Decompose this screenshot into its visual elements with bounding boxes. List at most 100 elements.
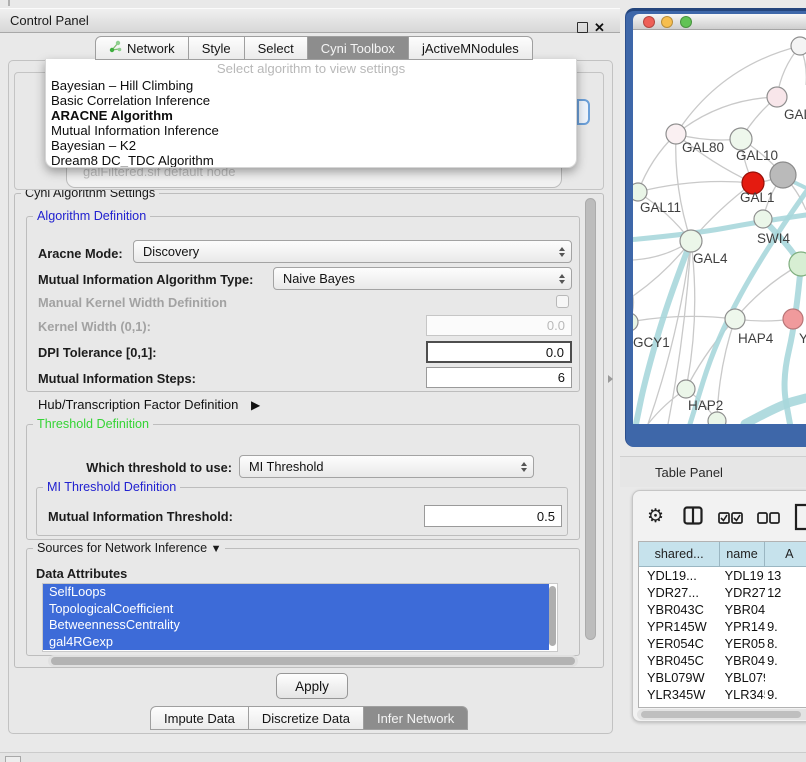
network-node-label: GAL10 [736,148,778,163]
traffic-light-zoom-icon[interactable] [680,16,692,28]
table-column-header[interactable]: A [765,542,806,566]
algorithm-option[interactable]: ARACNE Algorithm [46,108,576,123]
table-hscrollbar-thumb[interactable] [641,711,801,718]
algorithm-option[interactable]: Mutual Information Inference [46,123,576,138]
table-row[interactable]: YLR345WYLR345W9. [639,686,806,703]
network-node-nGray[interactable] [770,162,796,188]
table-column-header[interactable]: shared... [639,542,720,566]
dpi-tolerance-field[interactable]: 0.0 [426,341,572,363]
tab-cyni-toolbox[interactable]: Cyni Toolbox [308,36,409,60]
algorithm-combo-arrow[interactable] [577,99,590,125]
tab-jactivemnodules[interactable]: jActiveMNodules [409,36,533,60]
table-column-header[interactable]: name [720,542,764,566]
table-row[interactable]: YDL19...YDL19...13 [639,567,806,584]
algorithm-option[interactable]: Basic Correlation Inference [46,93,576,108]
network-canvas[interactable]: GAL7GAL80GAL10GAL1GAL11SWI4GAL4HAP4YGCY1… [633,30,806,424]
tab-style[interactable]: Style [189,36,245,60]
algorithm-dropdown: Select algorithm to view settings Bayesi… [45,59,577,168]
table-cell: 9. [765,652,806,669]
select-all-checks-icon[interactable] [718,511,743,529]
bottom-left-partial-icon[interactable] [5,756,21,762]
network-window-titlebar [633,14,806,30]
attributes-vscrollbar-thumb[interactable] [549,586,556,646]
dpi-tolerance-label: DPI Tolerance [0,1]: [38,345,157,360]
traffic-light-close-icon[interactable] [643,16,655,28]
tab-discretize-data[interactable]: Discretize Data [249,706,364,730]
network-edge [638,181,753,192]
data-attribute-item[interactable]: BetweennessCentrality [43,617,549,634]
network-node-nTop[interactable] [791,37,806,55]
settings-hscrollbar-thumb[interactable] [51,657,575,665]
tab-infer-network[interactable]: Infer Network [364,706,468,730]
table-cell: 13 [765,567,806,584]
bottom-strip [0,752,806,762]
manual-kernel-checkbox[interactable] [556,295,569,308]
network-thick-edge [745,398,806,424]
gear-icon[interactable]: ⚙ [647,507,664,526]
traffic-light-minimize-icon[interactable] [661,16,673,28]
split-handle-icon[interactable] [608,375,613,383]
stepper-arrows-icon [559,274,565,284]
network-node-HAP2[interactable] [677,380,695,398]
close-icon[interactable]: ✕ [594,20,605,36]
table-body: YDL19...YDL19...13YDR27...YDR27...12YBR0… [639,567,806,708]
network-node-label: GCY1 [633,335,670,350]
network-node-GAL10[interactable] [730,128,752,150]
mi-steps-field[interactable]: 6 [426,367,572,388]
float-window-icon[interactable] [577,22,588,33]
algorithm-option[interactable]: Bayesian – K2 [46,138,576,153]
data-attributes-label: Data Attributes [36,566,127,581]
network-node-GAL4[interactable] [680,230,702,252]
network-node-GCY1[interactable] [633,313,638,331]
tab-discretize-data-label: Discretize Data [262,711,350,726]
tab-style-label: Style [202,41,231,56]
data-attributes-list[interactable]: SelfLoopsTopologicalCoefficientBetweenne… [42,583,558,652]
algorithm-option[interactable]: Bayesian – Hill Climbing [46,78,576,93]
table-row[interactable]: YIL052CYIL052C9 [639,703,806,708]
tab-infer-network-label: Infer Network [377,711,454,726]
aracne-mode-combo[interactable]: Discovery [133,240,572,263]
node-table[interactable]: shared...nameA YDL19...YDL19...13YDR27..… [638,541,806,708]
data-attribute-item[interactable]: TopologicalCoefficient [43,601,549,618]
sources-title[interactable]: Sources for Network Inference ▼ [33,541,225,555]
tab-select[interactable]: Select [245,36,308,60]
which-threshold-combo[interactable]: MI Threshold [239,455,534,478]
mi-algorithm-type-combo[interactable]: Naive Bayes [273,267,572,290]
hub-section-toggle[interactable]: Hub/Transcription Factor Definition ▶ [38,397,260,412]
data-attribute-item[interactable]: SelfLoops [43,584,549,601]
network-node-Y[interactable] [783,309,803,329]
apply-button[interactable]: Apply [276,673,348,699]
network-node-HAP4[interactable] [725,309,745,329]
which-threshold-value: MI Threshold [249,459,323,474]
table-cell: YBR043C [639,601,721,618]
columns-icon[interactable] [683,506,703,530]
tab-network[interactable]: Network [95,36,189,60]
table-row[interactable]: YPR145WYPR145W9. [639,618,806,635]
network-node-label: GAL4 [693,251,728,266]
file-icon[interactable] [794,503,806,536]
network-node-SWI4[interactable] [754,210,772,228]
data-attribute-item[interactable]: gal4RGexp [43,634,549,651]
table-row[interactable]: YDR27...YDR27...12 [639,584,806,601]
algorithm-option[interactable]: Dream8 DC_TDC Algorithm [46,153,576,168]
mi-threshold-field[interactable]: 0.5 [424,505,562,527]
network-node-GAL7[interactable] [767,87,787,107]
bottom-tabbar: Impute Data Discretize Data Infer Networ… [150,706,468,730]
control-panel-tabbar: Network Style Select Cyni Toolbox jActiv… [95,36,533,60]
network-node-nBottom[interactable] [708,412,726,424]
deselect-all-icon[interactable] [757,511,780,529]
network-edge [676,97,777,134]
table-row[interactable]: YBR045CYBR045C9. [639,652,806,669]
table-row[interactable]: YER054CYER054C8. [639,635,806,652]
table-cell: YIL052C [639,703,721,708]
tab-impute-data[interactable]: Impute Data [150,706,249,730]
table-row[interactable]: YBL079WYBL079W [639,669,806,686]
table-cell: YER054C [721,635,766,652]
mi-algorithm-type-label: Mutual Information Algorithm Type: [38,272,253,287]
settings-vscrollbar-thumb[interactable] [585,198,596,640]
table-cell: YPR145W [721,618,766,635]
tab-impute-data-label: Impute Data [164,711,235,726]
window-title: Control Panel [10,13,89,28]
network-node-GAL11[interactable] [633,183,647,201]
table-row[interactable]: YBR043CYBR043C [639,601,806,618]
